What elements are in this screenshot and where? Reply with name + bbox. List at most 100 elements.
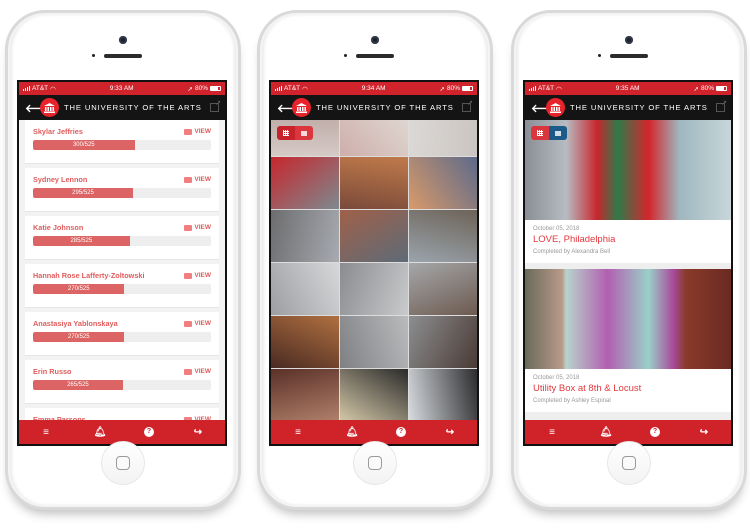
photo-tile[interactable] xyxy=(271,316,339,368)
screen: AT&T◠ 9:34 AM ➚80% 🡐 THE UNIVERSITY OF T… xyxy=(269,80,479,446)
leaderboard-row[interactable]: Anastasiya Yablonskaya VIEW 270/525 xyxy=(25,312,219,356)
carrier: AT&T xyxy=(284,85,301,92)
score-label: 295/525 xyxy=(72,190,94,196)
score-label: 285/525 xyxy=(70,238,93,244)
status-bar: AT&T ◠ 9:34 AM ➚ 80% xyxy=(271,82,477,95)
leaderboard-list[interactable]: Skylar Jeffries VIEW 300/525 Sydney Lennon V… xyxy=(19,120,225,420)
back-arrow-icon[interactable]: 🡐 xyxy=(25,101,55,115)
photo-tile[interactable] xyxy=(340,157,408,209)
signal-icon xyxy=(275,86,282,91)
score-label: 300/525 xyxy=(72,142,95,148)
leaderboard-row[interactable]: Skylar Jeffries VIEW 300/525 xyxy=(25,120,219,164)
photo-tile[interactable] xyxy=(271,369,339,420)
share-icon[interactable]: ↪ xyxy=(694,427,714,438)
feed-title[interactable]: LOVE, Philadelphia xyxy=(533,234,723,245)
view-link[interactable]: VIEW xyxy=(184,368,211,375)
row-header: Hannah Rose Lafferty-Zoltowski VIEW xyxy=(33,271,211,280)
leaderboard-row[interactable]: Hannah Rose Lafferty-Zoltowski VIEW 270/52… xyxy=(25,264,219,308)
feed-item[interactable]: October 05, 2018 LOVE, Philadelphia Comple… xyxy=(525,120,731,263)
battery-icon xyxy=(461,86,473,91)
photo-tile[interactable] xyxy=(340,369,408,420)
feed-photo[interactable] xyxy=(525,269,731,369)
photo-grid-view xyxy=(271,120,477,420)
completed-by: Completed by Ashley Espinal xyxy=(533,398,611,404)
photo-tile[interactable] xyxy=(409,263,477,315)
photo-tile[interactable] xyxy=(340,210,408,262)
external-link-icon[interactable] xyxy=(210,99,221,112)
list-icon xyxy=(301,130,307,136)
feed-info: October 05, 2018 LOVE, Philadelphia Comple… xyxy=(525,220,731,263)
home-button[interactable] xyxy=(607,441,651,485)
help-icon[interactable]: ? xyxy=(650,427,660,437)
feed-view-button[interactable] xyxy=(549,126,567,140)
student-name: Anastasiya Yablonskaya xyxy=(33,319,118,328)
student-name: Erin Russo xyxy=(33,367,72,376)
menu-icon[interactable]: ≡ xyxy=(36,427,56,438)
bell-icon[interactable]: 🔔︎ xyxy=(596,427,616,438)
image-icon xyxy=(184,128,193,135)
app-header: 🡐 THE UNIVERSITY OF THE ARTS xyxy=(19,95,225,120)
menu-icon[interactable]: ≡ xyxy=(288,427,308,438)
external-link-icon[interactable] xyxy=(462,99,473,112)
score-label: 270/525 xyxy=(67,286,90,292)
student-name: Skylar Jeffries xyxy=(33,127,83,136)
photo-tile[interactable] xyxy=(340,120,408,156)
feed-view-button[interactable] xyxy=(295,126,313,140)
clock: 9:34 AM xyxy=(361,85,386,92)
share-icon[interactable]: ↪ xyxy=(440,427,460,438)
photo-tile[interactable] xyxy=(409,120,477,156)
status-bar: AT&T ◠ 9:33 AM ➚ 80% xyxy=(19,82,225,95)
help-icon[interactable]: ? xyxy=(396,427,406,437)
photo-tile[interactable] xyxy=(271,157,339,209)
bell-icon[interactable]: 🔔︎ xyxy=(90,427,110,438)
feed-list: October 05, 2018 LOVE, Philadelphia Comple… xyxy=(525,120,731,412)
feed-view[interactable]: October 05, 2018 LOVE, Philadelphia Comple… xyxy=(525,120,731,420)
feed-title[interactable]: Utility Box at 8th & Locust xyxy=(533,383,723,394)
view-label: VIEW xyxy=(194,320,211,327)
view-link[interactable]: VIEW xyxy=(184,272,211,279)
view-link[interactable]: VIEW xyxy=(184,128,211,135)
score-label: 265/525 xyxy=(67,382,89,388)
photo-grid xyxy=(271,120,477,420)
leaderboard-row[interactable]: Emma Parsons VIEW xyxy=(25,408,219,420)
score-label: 270/525 xyxy=(67,334,90,340)
feed-info: October 05, 2018 Utility Box at 8th & Loc… xyxy=(525,369,731,412)
photo-tile[interactable] xyxy=(271,263,339,315)
phone-photo-grid: AT&T◠ 9:34 AM ➚80% 🡐 THE UNIVERSITY OF T… xyxy=(257,10,493,510)
photo-tile[interactable] xyxy=(409,210,477,262)
back-arrow-icon[interactable]: 🡐 xyxy=(531,101,561,115)
view-link[interactable]: VIEW xyxy=(184,416,211,420)
external-link-icon[interactable] xyxy=(716,99,727,112)
bell-icon[interactable]: 🔔︎ xyxy=(342,427,362,438)
leaderboard-row[interactable]: Sydney Lennon VIEW 295/525 xyxy=(25,168,219,212)
clock: 9:35 AM xyxy=(615,85,640,92)
menu-icon[interactable]: ≡ xyxy=(542,427,562,438)
carrier: AT&T xyxy=(538,85,555,92)
view-link[interactable]: VIEW xyxy=(184,176,211,183)
feed-item[interactable]: October 05, 2018 Utility Box at 8th & Loc… xyxy=(525,269,731,412)
home-button[interactable] xyxy=(353,441,397,485)
battery-percent: 80% xyxy=(446,85,460,92)
leaderboard-row[interactable]: Katie Johnson VIEW 285/525 xyxy=(25,216,219,260)
grid-view-button[interactable] xyxy=(531,126,549,140)
share-icon[interactable]: ↪ xyxy=(188,427,208,438)
leaderboard-row[interactable]: Erin Russo VIEW 265/525 xyxy=(25,360,219,404)
photo-tile[interactable] xyxy=(271,210,339,262)
wifi-icon: ◠ xyxy=(50,85,56,93)
photo-tile[interactable] xyxy=(409,316,477,368)
grid-view-button[interactable] xyxy=(277,126,295,140)
app-showcase: AT&T◠ 9:33 AM ➚80% 🡐 THE UNIVERSITY OF T… xyxy=(0,0,750,530)
photo-tile[interactable] xyxy=(409,157,477,209)
row-header: Anastasiya Yablonskaya VIEW xyxy=(33,319,211,328)
row-header: Skylar Jeffries VIEW xyxy=(33,127,211,136)
view-link[interactable]: VIEW xyxy=(184,320,211,327)
home-button[interactable] xyxy=(101,441,145,485)
photo-tile[interactable] xyxy=(409,369,477,420)
view-link[interactable]: VIEW xyxy=(184,224,211,231)
photo-tile[interactable] xyxy=(340,263,408,315)
back-arrow-icon[interactable]: 🡐 xyxy=(277,101,307,115)
university-logo xyxy=(292,98,311,117)
photo-tile[interactable] xyxy=(340,316,408,368)
help-icon[interactable]: ? xyxy=(144,427,154,437)
view-label: VIEW xyxy=(194,272,211,279)
